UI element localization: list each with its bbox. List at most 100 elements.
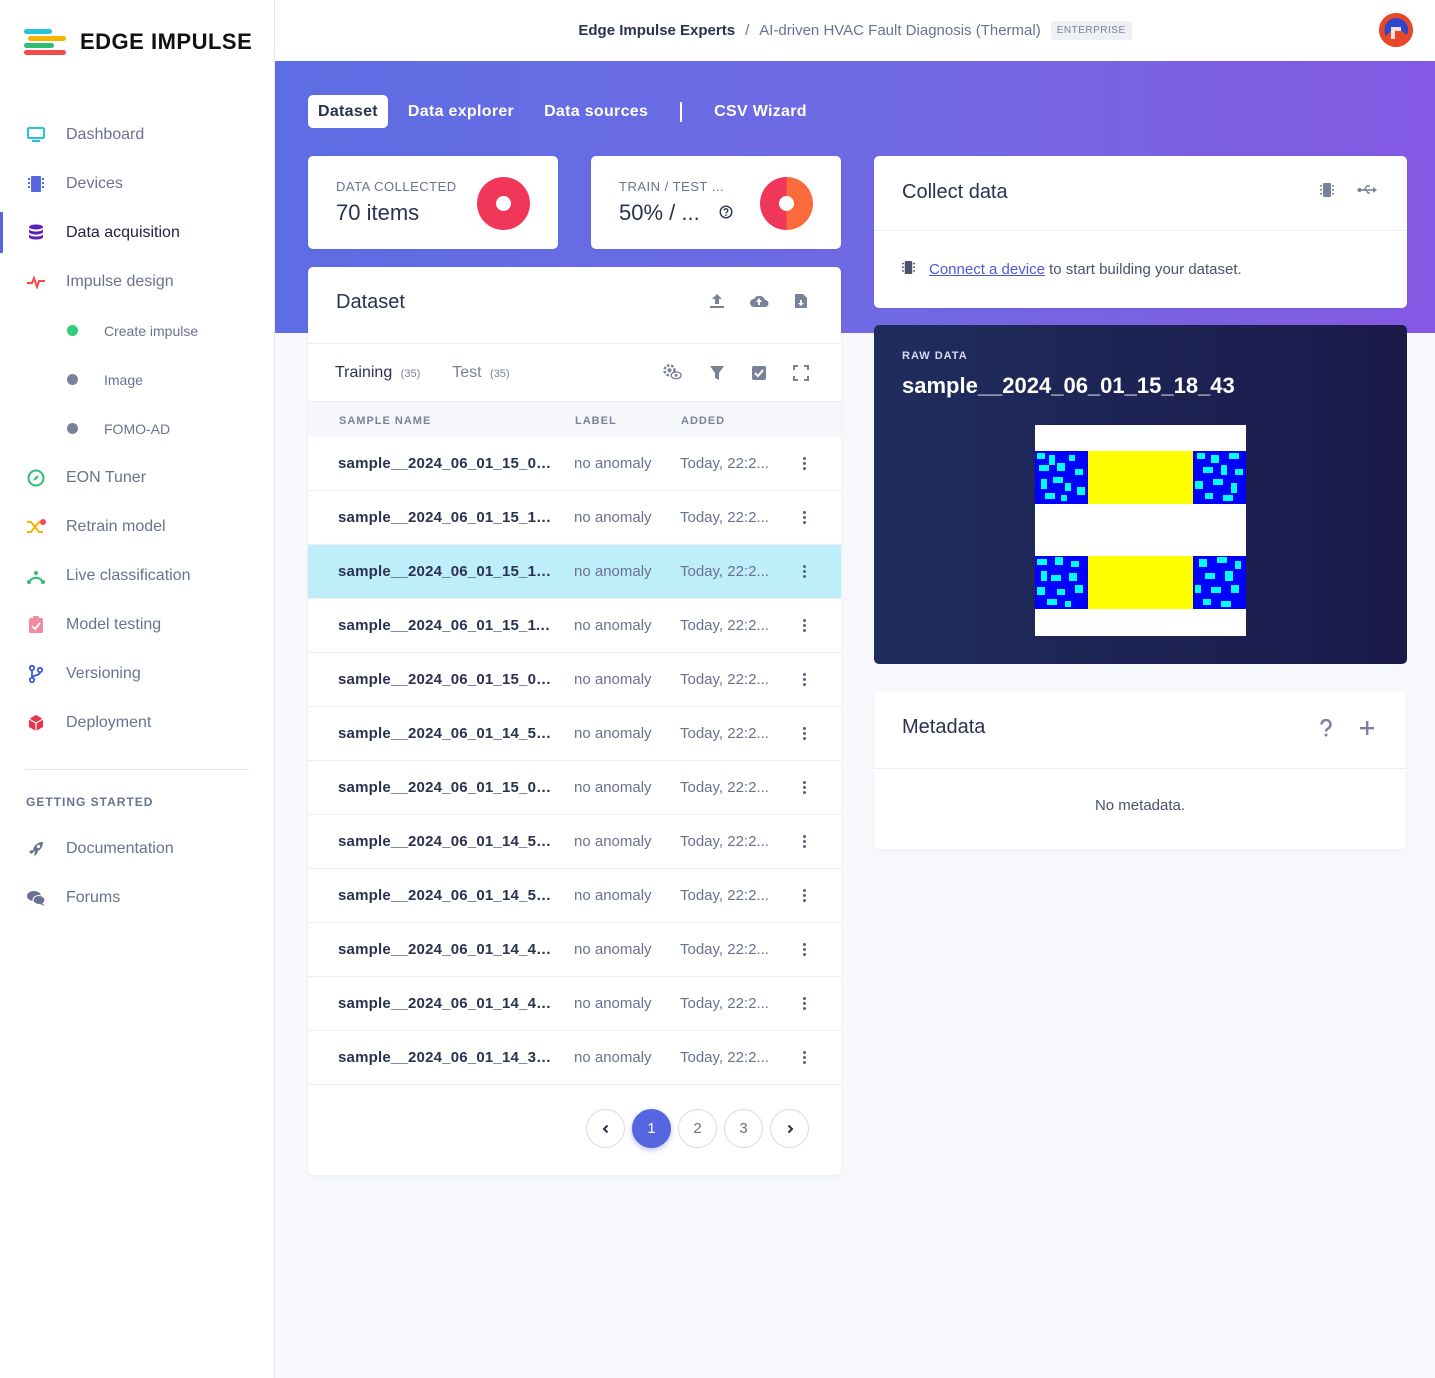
table-row[interactable]: sample__2024_06_01_15_05_... no anomaly To… <box>308 437 841 491</box>
settings-preview-icon[interactable] <box>662 362 682 382</box>
test-count: (35) <box>490 367 510 380</box>
train-test-label: TRAIN / TEST ... <box>619 179 725 194</box>
train-test-value: 50% / ... <box>619 200 700 225</box>
table-row[interactable]: sample__2024_06_01_14_30_... no anomaly To… <box>308 1031 841 1085</box>
sidebar-item-model-testing[interactable]: Model testing <box>0 600 275 649</box>
sample-name: sample__2024_06_01_14_44_... <box>338 995 558 1012</box>
sidebar-item-impulse-design[interactable]: Impulse design <box>0 257 275 306</box>
tab-test[interactable]: Test (35) <box>452 364 509 382</box>
sidebar-item-data-acquisition[interactable]: Data acquisition <box>0 208 275 257</box>
upload-icon[interactable] <box>707 291 727 311</box>
more-options-icon[interactable] <box>794 451 814 475</box>
table-row[interactable]: sample__2024_06_01_14_51_... no anomaly To… <box>308 869 841 923</box>
more-options-icon[interactable] <box>794 883 814 907</box>
col-label[interactable]: LABEL <box>575 415 617 427</box>
sample-label: no anomaly <box>574 617 652 634</box>
sidebar-item-label: Versioning <box>66 664 141 682</box>
more-options-icon[interactable] <box>794 505 814 529</box>
sample-name: sample__2024_06_01_14_51_... <box>338 887 558 904</box>
avatar[interactable] <box>1379 13 1413 47</box>
more-options-icon[interactable] <box>794 775 814 799</box>
breadcrumb-org[interactable]: Edge Impulse Experts <box>578 22 735 39</box>
pagination: 1 2 3 <box>586 1109 809 1148</box>
sidebar-item-documentation[interactable]: Documentation <box>0 824 275 873</box>
database-icon <box>26 223 46 243</box>
col-sample-name[interactable]: SAMPLE NAME <box>339 415 431 427</box>
logo[interactable]: EDGE IMPULSE <box>24 26 252 58</box>
metadata-empty-message: No metadata. <box>1094 797 1186 814</box>
page-button-3[interactable]: 3 <box>724 1109 763 1148</box>
more-options-icon[interactable] <box>794 613 814 637</box>
chat-icon <box>26 888 46 908</box>
chevron-left-icon <box>602 1124 608 1133</box>
table-row[interactable]: sample__2024_06_01_15_08_... no anomaly To… <box>308 653 841 707</box>
compass-icon <box>26 468 46 488</box>
col-added[interactable]: ADDED <box>681 415 725 427</box>
tab-separator <box>680 101 683 122</box>
sidebar-item-create-impulse[interactable]: Create impulse <box>0 306 275 355</box>
chip-icon <box>26 174 46 194</box>
more-options-icon[interactable] <box>794 721 814 745</box>
sidebar-item-dashboard[interactable]: Dashboard <box>0 110 275 159</box>
sidebar-item-deployment[interactable]: Deployment <box>0 698 275 747</box>
sidebar-item-eon-tuner[interactable]: EON Tuner <box>0 453 275 502</box>
table-row-selected[interactable]: sample__2024_06_01_15_18_... no anomaly To… <box>308 545 841 599</box>
page-button-1[interactable]: 1 <box>632 1109 671 1148</box>
page-button-2[interactable]: 2 <box>678 1109 717 1148</box>
breadcrumb-project[interactable]: AI-driven HVAC Fault Diagnosis (Thermal) <box>759 22 1040 39</box>
sidebar-item-devices[interactable]: Devices <box>0 159 275 208</box>
sidebar-item-versioning[interactable]: Versioning <box>0 649 275 698</box>
more-options-icon[interactable] <box>794 991 814 1015</box>
table-row[interactable]: sample__2024_06_01_14_47_... no anomaly To… <box>308 923 841 977</box>
more-options-icon[interactable] <box>794 559 814 583</box>
tab-training[interactable]: Training (35) <box>335 364 420 382</box>
more-options-icon[interactable] <box>794 667 814 691</box>
sidebar-nav: Dashboard Devices Data acquisition Impul… <box>0 110 275 747</box>
sidebar-item-label: Retrain model <box>66 517 166 535</box>
sidebar-item-fomo-ad[interactable]: FOMO-AD <box>0 404 275 453</box>
getting-started-nav: Documentation Forums <box>0 824 275 922</box>
chip-icon[interactable] <box>1317 180 1337 200</box>
prev-page-button[interactable] <box>586 1109 625 1148</box>
table-row[interactable]: sample__2024_06_01_15_11_... no anomaly To… <box>308 599 841 653</box>
sample-added: Today, 22:2... <box>680 1049 769 1066</box>
next-page-button[interactable] <box>770 1109 809 1148</box>
help-icon[interactable] <box>1316 718 1336 738</box>
table-row[interactable]: sample__2024_06_01_14_54_... no anomaly To… <box>308 707 841 761</box>
sample-name: sample__2024_06_01_14_58_... <box>338 833 558 850</box>
tab-dataset[interactable]: Dataset <box>308 95 388 128</box>
add-icon[interactable] <box>1357 718 1377 738</box>
sidebar-item-forums[interactable]: Forums <box>0 873 275 922</box>
collect-data-card: Collect data Connect a device to start b… <box>874 156 1407 308</box>
table-header: SAMPLE NAME LABEL ADDED <box>308 401 841 437</box>
thermal-image-preview <box>1035 425 1246 636</box>
raw-data-card: RAW DATA sample__2024_06_01_15_18_43 <box>874 325 1407 664</box>
table-row[interactable]: sample__2024_06_01_14_58_... no anomaly To… <box>308 815 841 869</box>
connect-device-link[interactable]: Connect a device <box>929 261 1045 278</box>
more-options-icon[interactable] <box>794 1045 814 1069</box>
file-export-icon[interactable] <box>791 291 811 311</box>
help-icon[interactable] <box>719 205 733 224</box>
filter-icon[interactable] <box>707 363 727 383</box>
brand-name: EDGE IMPULSE <box>80 29 253 54</box>
table-row[interactable]: sample__2024_06_01_14_44_... no anomaly To… <box>308 977 841 1031</box>
table-row[interactable]: sample__2024_06_01_15_15_... no anomaly To… <box>308 491 841 545</box>
expand-icon[interactable] <box>791 363 811 383</box>
table-row[interactable]: sample__2024_06_01_15_01_... no anomaly To… <box>308 761 841 815</box>
checkbox-select-icon[interactable] <box>749 363 769 383</box>
more-options-icon[interactable] <box>794 829 814 853</box>
sidebar-item-live-classification[interactable]: Live classification <box>0 551 275 600</box>
sidebar-item-label: Impulse design <box>66 272 174 290</box>
tab-data-explorer[interactable]: Data explorer <box>398 95 524 128</box>
tab-data-sources[interactable]: Data sources <box>534 95 658 128</box>
sample-name: sample__2024_06_01_15_08_... <box>338 671 558 688</box>
sidebar-item-image[interactable]: Image <box>0 355 275 404</box>
sample-added: Today, 22:2... <box>680 617 769 634</box>
sample-name: sample__2024_06_01_15_18_... <box>338 563 558 580</box>
cloud-upload-icon[interactable] <box>749 291 769 311</box>
sidebar-item-retrain-model[interactable]: Retrain model <box>0 502 275 551</box>
tab-csv-wizard[interactable]: CSV Wizard <box>704 95 817 128</box>
more-options-icon[interactable] <box>794 937 814 961</box>
training-label: Training <box>335 363 393 381</box>
usb-icon[interactable] <box>1357 180 1377 200</box>
